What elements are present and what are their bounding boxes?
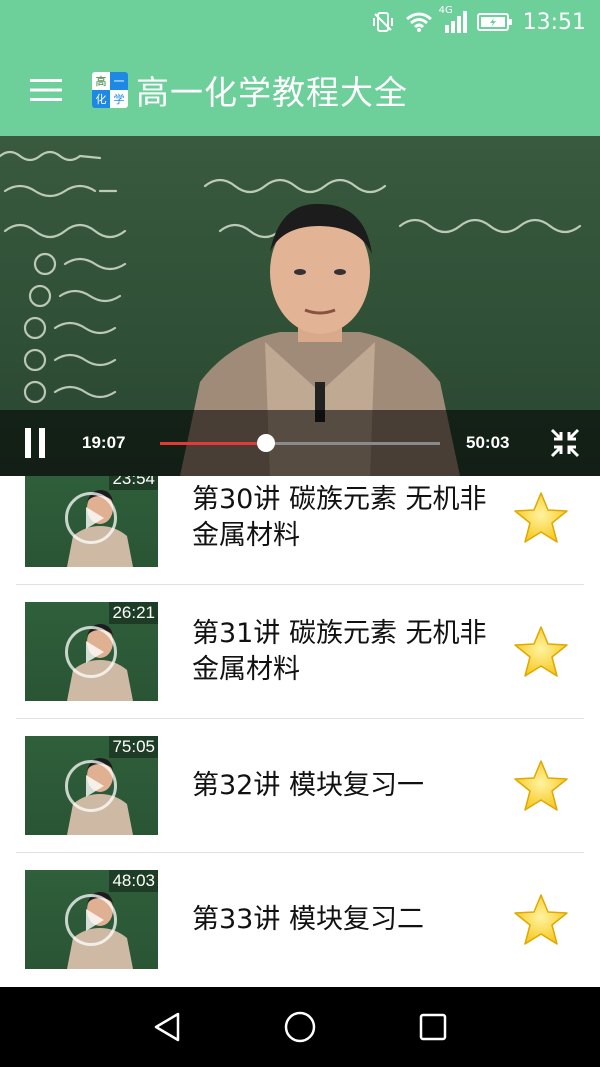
total-time: 50:03 xyxy=(466,433,510,452)
lesson-title: 第32讲 模块复习一 xyxy=(192,769,424,801)
recents-square-icon xyxy=(420,1013,447,1041)
video-player[interactable]: 19:07 50:03 xyxy=(0,136,600,476)
lesson-list-item[interactable]: 23:54 第30讲 碳族元素 无机非金属材料 xyxy=(16,476,584,585)
star-icon xyxy=(514,759,568,811)
star-icon xyxy=(514,625,568,677)
recents-button[interactable] xyxy=(408,1002,458,1052)
lesson-title: 第33讲 模块复习二 xyxy=(192,903,424,935)
lesson-thumbnail[interactable]: 48:03 xyxy=(25,870,158,969)
play-icon xyxy=(65,492,117,544)
star-icon xyxy=(514,491,568,543)
lesson-title: 第30讲 碳族元素 无机非金属材料 xyxy=(192,483,487,551)
system-nav-bar xyxy=(0,987,600,1067)
play-icon xyxy=(65,760,117,812)
lesson-duration: 75:05 xyxy=(109,736,158,758)
lesson-thumbnail[interactable]: 23:54 xyxy=(25,476,158,567)
star-icon xyxy=(514,893,568,945)
favorite-star-button[interactable] xyxy=(506,751,576,821)
lesson-list[interactable]: 23:54 第30讲 碳族元素 无机非金属材料 26:21 第31讲 碳族元素 无机非… xyxy=(0,476,600,986)
lesson-thumbnail[interactable]: 75:05 xyxy=(25,736,158,835)
network-type-label: 4G xyxy=(438,5,453,16)
menu-button[interactable] xyxy=(0,44,92,136)
status-time: 13:51 xyxy=(522,9,586,35)
seek-thumb[interactable] xyxy=(257,434,276,452)
lesson-duration: 26:21 xyxy=(109,602,158,624)
favorite-star-button[interactable] xyxy=(506,885,576,955)
battery-charging-icon xyxy=(476,12,513,32)
back-button[interactable] xyxy=(142,1002,192,1052)
seek-progress xyxy=(160,442,267,445)
favorite-star-button[interactable] xyxy=(506,617,576,687)
play-icon xyxy=(65,894,117,946)
lesson-duration: 48:03 xyxy=(109,870,158,892)
home-circle-icon xyxy=(284,1011,316,1043)
home-button[interactable] xyxy=(275,1002,325,1052)
signal-icon: 4G xyxy=(439,5,467,33)
wifi-icon xyxy=(405,11,433,33)
favorite-star-button[interactable] xyxy=(506,483,576,553)
app-logo: 高 一 化 学 xyxy=(92,72,128,108)
exit-fullscreen-icon xyxy=(550,428,580,458)
hamburger-menu-icon xyxy=(30,79,62,101)
player-controls: 19:07 50:03 xyxy=(0,410,600,476)
pause-icon xyxy=(25,428,31,458)
play-icon xyxy=(65,626,117,678)
lesson-list-item[interactable]: 26:21 第31讲 碳族元素 无机非金属材料 xyxy=(16,585,584,719)
pause-button[interactable] xyxy=(0,410,70,476)
seek-bar[interactable] xyxy=(160,432,440,454)
lesson-duration: 23:54 xyxy=(109,476,158,490)
app-title: 高一化学教程大全 xyxy=(136,73,408,112)
lesson-thumbnail[interactable]: 26:21 xyxy=(25,602,158,701)
lesson-list-item[interactable]: 75:05 第32讲 模块复习一 xyxy=(16,719,584,853)
lesson-list-item[interactable]: 48:03 第33讲 模块复习二 xyxy=(16,853,584,986)
lesson-title: 第31讲 碳族元素 无机非金属材料 xyxy=(192,617,487,685)
status-bar: 4G 13:51 xyxy=(0,0,600,44)
exit-fullscreen-button[interactable] xyxy=(550,428,580,458)
vibrate-icon xyxy=(371,10,395,34)
back-triangle-icon xyxy=(154,1012,179,1042)
current-time: 19:07 xyxy=(82,433,126,452)
app-bar: 高 一 化 学 高一化学教程大全 xyxy=(0,44,600,136)
